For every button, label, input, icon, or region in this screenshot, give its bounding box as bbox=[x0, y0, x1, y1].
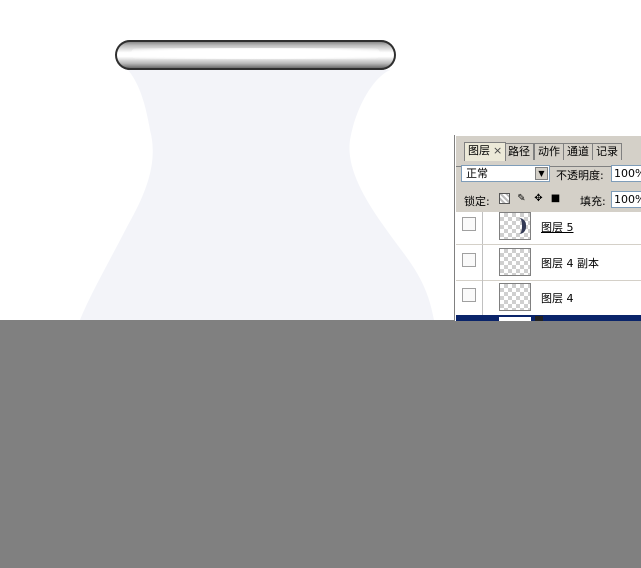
lock-transparency-icon[interactable] bbox=[499, 193, 510, 204]
lock-row: 锁定: ✎ ✥ ■ 填充: 100% bbox=[456, 189, 641, 211]
tab-actions[interactable]: 动作 bbox=[534, 143, 564, 160]
opacity-label: 不透明度: bbox=[556, 169, 604, 182]
gray-canvas-fill bbox=[0, 320, 641, 568]
link-icon bbox=[535, 316, 543, 321]
layer-thumbnail bbox=[499, 212, 531, 240]
layer-thumbnail bbox=[499, 248, 531, 276]
tab-layers[interactable]: 图层 × bbox=[464, 142, 507, 161]
tab-paths-label: 路径 bbox=[508, 145, 530, 158]
layer-thumbnail bbox=[499, 317, 531, 321]
layer-separator bbox=[482, 280, 483, 315]
tab-channels-label: 通道 bbox=[567, 145, 589, 158]
tab-paths[interactable]: 路径 bbox=[504, 143, 534, 160]
layer-thumbnail bbox=[499, 283, 531, 311]
selected-layer-row[interactable] bbox=[456, 315, 641, 321]
panel-tabs: 图层 × 路径 动作 通道 记录 bbox=[456, 142, 641, 167]
layer-separator bbox=[482, 212, 483, 244]
vase-rim bbox=[115, 40, 396, 70]
layers-panel: 图层× 路径 动作 通道 记录 正常 ▼ 不透明度: 100% 锁定: ✎ ✥ … bbox=[455, 135, 641, 321]
close-icon[interactable]: × bbox=[493, 144, 502, 157]
tab-layers-label: 图层 bbox=[468, 144, 490, 157]
opacity-input[interactable]: 100% bbox=[611, 165, 641, 182]
lock-move-icon[interactable]: ✥ bbox=[533, 193, 544, 204]
tab-channels[interactable]: 通道 bbox=[563, 143, 593, 160]
layer-name: 图层 4 bbox=[541, 292, 574, 305]
tab-history-label: 记录 bbox=[596, 145, 618, 158]
layer-row-layer4-copy[interactable]: 图层 4 副本 bbox=[456, 245, 641, 281]
blend-mode-value: 正常 bbox=[466, 167, 488, 180]
layer-row-layer4[interactable]: 图层 4 bbox=[456, 280, 641, 316]
layer-separator bbox=[482, 245, 483, 280]
layer-row-layer5[interactable]: 图层 5 bbox=[456, 212, 641, 245]
layer-name: 图层 4 副本 bbox=[541, 257, 599, 270]
fill-input[interactable]: 100% bbox=[611, 191, 641, 208]
layer-name: 图层 5 bbox=[541, 221, 574, 234]
lock-brush-icon[interactable]: ✎ bbox=[516, 193, 527, 204]
tab-history[interactable]: 记录 bbox=[592, 143, 622, 160]
chevron-down-icon[interactable]: ▼ bbox=[535, 167, 548, 180]
blend-row: 正常 ▼ 不透明度: 100% bbox=[456, 163, 641, 185]
layer-list: 图层 5 图层 4 副本 图层 4 bbox=[456, 212, 641, 321]
blend-mode-select[interactable]: 正常 ▼ bbox=[461, 165, 550, 182]
fill-label: 填充: bbox=[580, 195, 606, 208]
visibility-toggle[interactable] bbox=[462, 288, 476, 302]
tab-actions-label: 动作 bbox=[538, 145, 560, 158]
lock-label: 锁定: bbox=[464, 195, 490, 208]
arc-shape-icon bbox=[519, 218, 526, 234]
visibility-toggle[interactable] bbox=[462, 253, 476, 267]
lock-all-icon[interactable]: ■ bbox=[550, 193, 561, 204]
visibility-toggle[interactable] bbox=[462, 217, 476, 231]
